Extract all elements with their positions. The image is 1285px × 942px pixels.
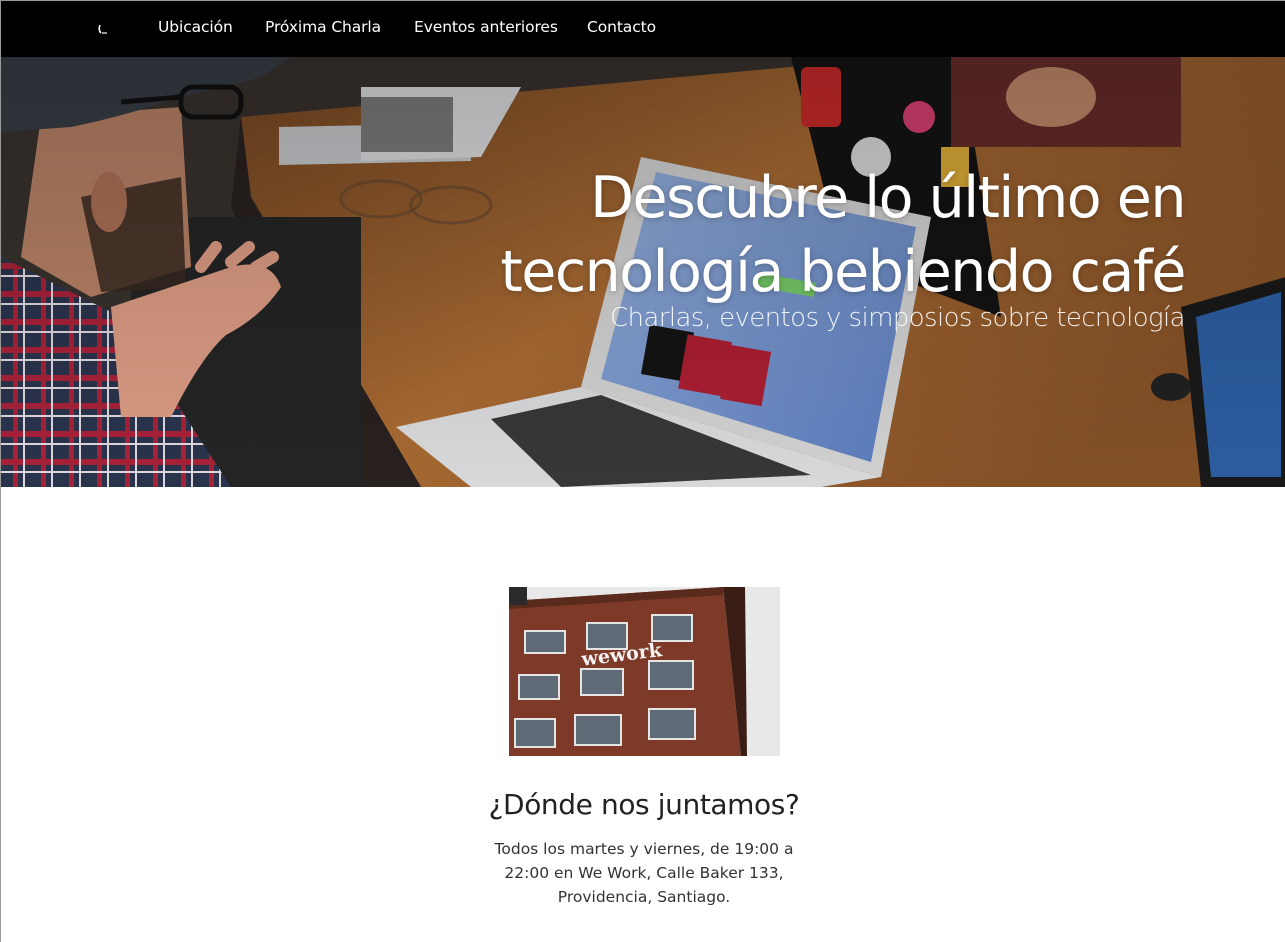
location-building-image: wework	[509, 587, 780, 756]
nav-item-ubicacion[interactable]: Ubicación	[158, 18, 233, 36]
brand-logo-icon[interactable]	[96, 22, 110, 36]
nav-item-proxima-charla[interactable]: Próxima Charla	[265, 18, 381, 36]
hero-section: Descubre lo último en tecnología bebiend…	[1, 57, 1285, 487]
page: Ubicación Próxima Charla Eventos anterio…	[0, 0, 1285, 942]
hero-subtitle: Charlas, eventos y simposios sobre tecno…	[610, 303, 1186, 333]
nav-item-eventos-anteriores[interactable]: Eventos anteriores	[414, 18, 558, 36]
hero-title: Descubre lo último en tecnología bebiend…	[500, 165, 1186, 305]
location-description: Todos los martes y viernes, de 19:00 a 2…	[494, 840, 794, 906]
location-heading: ¿Dónde nos juntamos?	[488, 788, 800, 821]
nav-item-contacto[interactable]: Contacto	[587, 18, 656, 36]
navbar: Ubicación Próxima Charla Eventos anterio…	[1, 1, 1285, 57]
